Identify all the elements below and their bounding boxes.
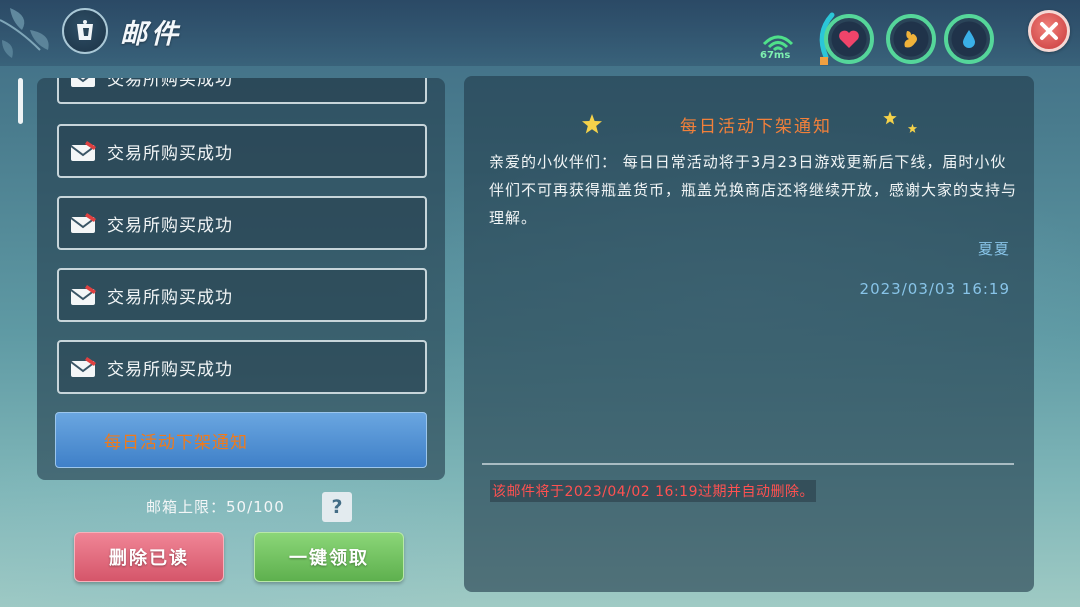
- stomach-icon: [904, 31, 917, 48]
- heart-icon: [839, 30, 859, 48]
- mail-item-label: 每日活动下架通知: [104, 432, 248, 453]
- mail-detail-panel: 每日活动下架通知 亲爱的小伙伴们： 每日日常活动将于3月23日游戏更新后下线，届…: [464, 76, 1034, 592]
- thirst-status[interactable]: [944, 14, 994, 64]
- mail-list-item[interactable]: 交易所购买成功: [57, 124, 427, 178]
- mail-item-label: 交易所购买成功: [107, 287, 233, 308]
- claim-all-button[interactable]: 一键领取: [254, 532, 404, 582]
- wifi-signal-icon: [762, 35, 794, 52]
- ping-readout: 67ms: [760, 50, 791, 61]
- envelope-icon: [70, 213, 96, 233]
- mail-title: 每日活动下架通知: [680, 117, 832, 137]
- delete-read-button[interactable]: 删除已读: [74, 532, 224, 582]
- divider: [482, 463, 1014, 465]
- mail-item-label: 交易所购买成功: [107, 359, 233, 380]
- mail-list-item[interactable]: 交易所购买成功: [57, 268, 427, 322]
- envelope-icon: [70, 357, 96, 377]
- mailbox-limit-text: 邮箱上限：50/100: [146, 498, 285, 516]
- page-title: 邮件: [120, 19, 182, 50]
- envelope-icon: [70, 285, 96, 305]
- mail-date: 2023/03/03 16:19: [859, 280, 1010, 298]
- mail-sender: 夏夏: [977, 240, 1010, 258]
- mail-list-item[interactable]: 交易所购买成功: [57, 78, 427, 104]
- envelope-icon: [70, 141, 96, 161]
- mail-list-item-selected[interactable]: 每日活动下架通知: [55, 412, 427, 468]
- close-icon: [1040, 22, 1058, 40]
- water-drop-icon: [963, 30, 975, 48]
- mail-item-label: 交易所购买成功: [107, 143, 233, 164]
- help-button[interactable]: ?: [322, 492, 352, 522]
- expire-notice: 该邮件将于2023/04/02 16:19过期并自动删除。: [490, 480, 816, 502]
- cup-icon: [77, 20, 93, 40]
- leaves-decoration: [0, 8, 49, 58]
- mail-item-label: 交易所购买成功: [107, 215, 233, 236]
- mail-item-label: 交易所购买成功: [107, 78, 233, 90]
- mail-list-panel: 交易所购买成功 交易所购买成功 交易所购买成功 交易所购买成功 交易所购买成功 …: [37, 78, 445, 480]
- list-scrollbar[interactable]: [18, 78, 23, 124]
- health-status[interactable]: [824, 14, 874, 64]
- back-button[interactable]: [62, 8, 108, 54]
- mail-list-item[interactable]: 交易所购买成功: [57, 196, 427, 250]
- mail-body: 亲爱的小伙伴们： 每日日常活动将于3月23日游戏更新后下线，届时小伙伴们不可再获…: [489, 153, 1018, 227]
- top-bar: 邮件 67ms: [0, 0, 1080, 66]
- hunger-status[interactable]: [886, 14, 936, 64]
- envelope-icon: [71, 78, 95, 87]
- close-button[interactable]: [1028, 10, 1070, 52]
- mail-list-item[interactable]: 交易所购买成功: [57, 340, 427, 394]
